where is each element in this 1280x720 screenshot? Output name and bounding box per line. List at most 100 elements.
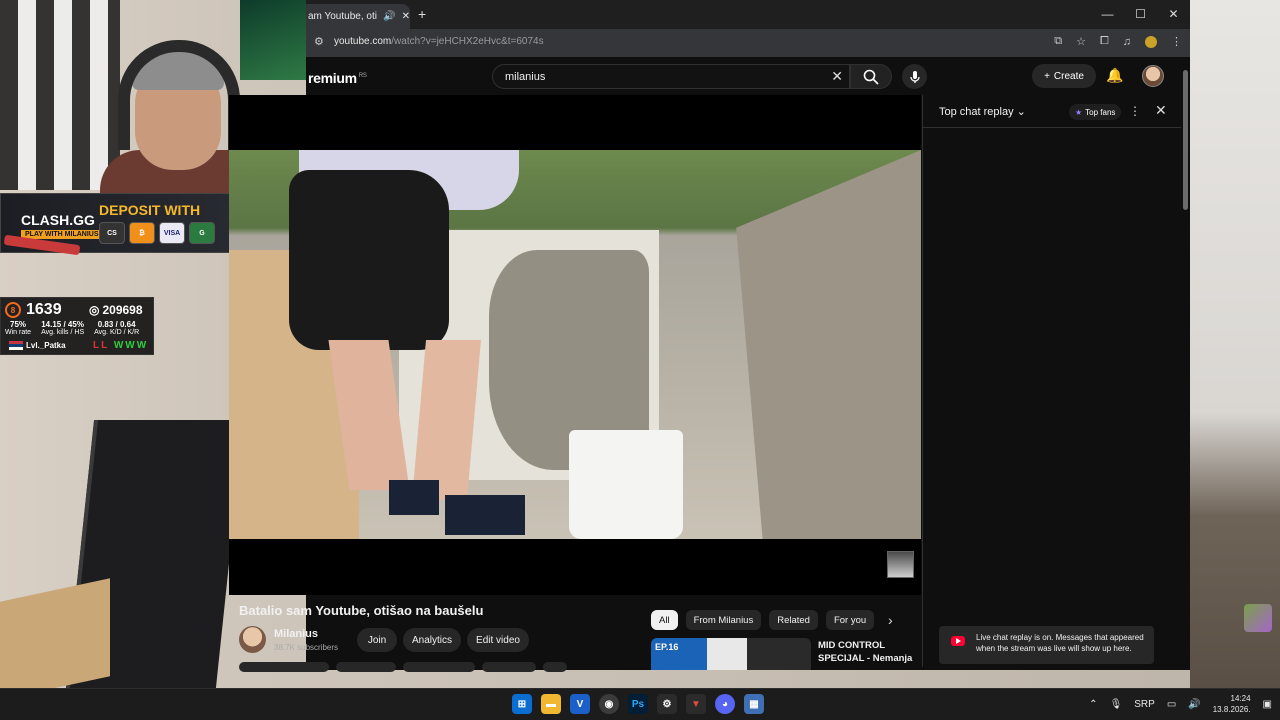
scrollbar-thumb[interactable] [1183,70,1188,210]
recommended-video-thumbnail[interactable]: EP.16 [651,638,811,670]
screen: CLASH.GG PLAY WITH MILANIUS DEPOSIT WITH… [0,0,1280,720]
browser-tab[interactable]: am Youtube, otišao 🔊 ✕ [306,4,410,29]
bookmark-star-icon[interactable]: ☆ [1076,35,1086,48]
address-bar[interactable]: ⚙ youtube.com/watch?v=jeHCHX2eHvc&t=6074… [306,29,1190,57]
video-bucket [569,430,683,539]
windows-start-icon[interactable]: ⊞ [512,694,532,714]
v-app-icon[interactable]: V [570,694,590,714]
headphones-icon [118,40,240,150]
chrome-icon[interactable]: ◉ [599,694,619,714]
media-control-icon[interactable]: ♫ [1123,36,1131,48]
maximize-button[interactable]: ☐ [1124,0,1157,28]
chip-related[interactable]: Related [769,610,818,630]
more-options-icon[interactable]: ⋮ [1129,104,1141,118]
channel-avatar[interactable] [239,626,266,653]
cs-payment-icon: CS [99,222,125,244]
new-tab-button[interactable]: + [418,6,426,22]
photoshop-icon[interactable]: Ps [628,694,648,714]
browser-menu-icon[interactable]: ⋮ [1171,35,1182,48]
discord-icon[interactable]: ◕ [715,694,735,714]
microphone-icon [909,70,920,83]
faceit-level-icon: 8 [5,302,21,318]
chat-replay-notice: Live chat replay is on. Messages that ap… [939,626,1154,664]
chat-mode-dropdown[interactable]: Top chat replay ⌄ [939,105,1026,118]
calculator-icon[interactable]: ▦ [744,694,764,714]
close-tab-icon[interactable]: ✕ [402,11,410,22]
join-button[interactable]: Join [357,628,397,652]
stat-kills-hs: 14.15 / 45% Avg. kills / HS [41,320,85,337]
player-name: Lvl._Patka [26,341,66,350]
language-indicator[interactable]: SRP [1134,699,1155,710]
recent-results: LL WWW [93,340,148,351]
speaker-icon[interactable]: 🔊 [383,11,395,22]
faceit-player: Lvl._Patka [9,341,66,350]
network-icon[interactable]: ▭ [1167,699,1176,710]
window-controls: — ☐ ✕ [1091,0,1190,28]
video-watermark-avatar[interactable] [887,551,914,578]
action-pill[interactable] [239,662,329,672]
search-input[interactable]: milanius ✕ [492,64,850,89]
gift-icon: G [189,222,215,244]
clock[interactable]: 14:24 13.8.2026. [1213,693,1251,715]
action-pill[interactable] [403,662,475,672]
video-person-sock [445,495,525,535]
page-scrollbar[interactable] [1182,60,1189,668]
action-pill[interactable] [543,662,567,672]
brave-icon[interactable]: ▼ [686,694,706,714]
channel-name[interactable]: Milanius [274,628,318,640]
youtube-header: remium RS milanius ✕ + Create 🔔 [306,57,1182,95]
chevron-right-icon[interactable]: › [888,612,893,628]
search-icon [863,69,879,85]
steam-icon[interactable]: ⚙ [657,694,677,714]
youtube-premium-logo[interactable]: remium RS [308,70,367,86]
floating-avatar [1244,604,1272,632]
volume-icon[interactable]: 🔊 [1188,699,1200,710]
notifications-bell-icon[interactable]: 🔔 [1106,67,1123,84]
stat-win-rate: 75% Win rate [5,320,32,337]
cast-icon[interactable]: ⧉ [1054,35,1062,48]
search-button[interactable] [850,64,892,89]
room-right-background [1190,0,1280,688]
elo-value: 1639 [26,301,62,318]
create-button[interactable]: + Create [1032,64,1096,88]
chip-for-you[interactable]: For you [825,610,875,630]
top-fans-button[interactable]: ★ Top fans [1069,104,1122,120]
notifications-icon[interactable]: ▣ [1263,699,1272,710]
extensions-icon[interactable]: ⧠ [1100,35,1109,48]
clear-search-icon[interactable]: ✕ [831,68,843,85]
chip-all[interactable]: All [651,610,678,630]
recommended-video-title[interactable]: MID CONTROL SPECIJAL - Nemanja [818,639,914,665]
chat-header: Top chat replay ⌄ ★ Top fans ⋮ ✕ [923,95,1181,128]
close-chat-icon[interactable]: ✕ [1155,102,1167,119]
action-pill[interactable] [336,662,396,672]
minimize-button[interactable]: — [1091,0,1124,28]
video-player[interactable] [229,150,921,539]
site-info-icon[interactable]: ⚙ [314,35,324,48]
account-avatar[interactable] [1142,65,1164,87]
recommendation-filters: All From Milanius Related For you [651,610,875,630]
microphone-tray-icon[interactable]: 🎙 [1110,699,1123,710]
clash-logo: CLASH.GG [21,212,95,228]
chip-from-milanius[interactable]: From Milanius [685,610,762,630]
video-person-shorts [289,170,449,350]
voice-search-button[interactable] [902,64,927,89]
analytics-button[interactable]: Analytics [403,628,461,652]
search-query[interactable]: milanius [505,71,545,83]
action-pill[interactable] [482,662,536,672]
faceit-stats-panel: 8 1639 ◎ 209698 75% Win rate 14.15 / 45% A… [0,297,154,355]
room-checker-decor [0,0,120,190]
serbia-flag-icon [9,341,23,350]
profile-extension-icon[interactable] [1145,35,1157,48]
chevron-up-icon[interactable]: ⌃ [1089,699,1097,710]
close-window-button[interactable]: ✕ [1157,0,1190,28]
faceit-stats: 75% Win rate 14.15 / 45% Avg. kills / HS 0… [5,321,139,337]
bitcoin-icon: ₿ [129,222,155,244]
tab-title: am Youtube, otišao [308,11,377,22]
taskbar-apps: ⊞ ▬ V ◉ Ps ⚙ ▼ ◕ ▦ [512,694,764,714]
file-explorer-icon[interactable]: ▬ [541,694,561,714]
episode-badge: EP.16 [655,642,679,652]
youtube-logo-icon [951,636,965,646]
edit-video-button[interactable]: Edit video [467,628,529,652]
url-text[interactable]: youtube.com/watch?v=jeHCHX2eHvc&t=6074s [334,36,544,47]
video-right-wall [736,150,921,539]
